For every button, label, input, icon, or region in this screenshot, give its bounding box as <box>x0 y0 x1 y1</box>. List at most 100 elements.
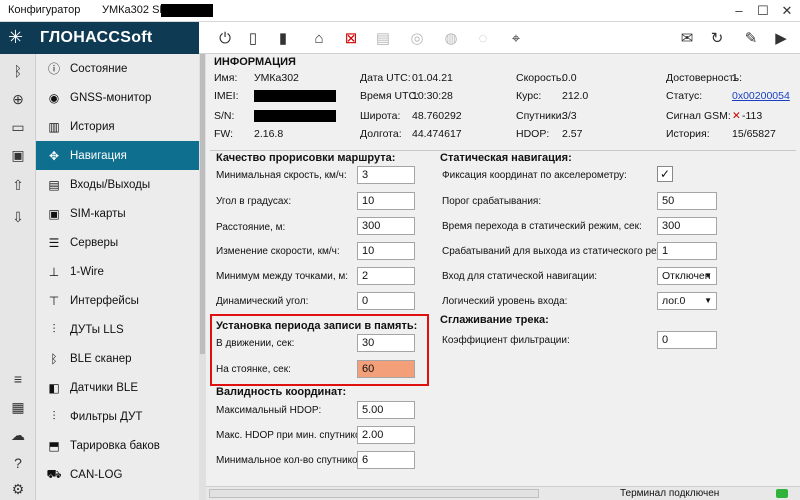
threshold-input[interactable]: 50 <box>657 192 717 210</box>
min-speed-label: Минимальная скрость, км/ч: <box>216 170 347 181</box>
nav-item-lls-filters[interactable]: ⫶ Фильтры ДУТ <box>36 402 199 431</box>
fw-label: FW: <box>214 128 234 140</box>
max-hdop-min-sats-input[interactable]: 2.00 <box>357 426 415 444</box>
database-settings-icon[interactable]: ◍ <box>439 26 463 50</box>
course-value: 212.0 <box>562 90 589 102</box>
chevron-down-icon: ▼ <box>704 296 712 305</box>
nav-item-servers[interactable]: ☰ Серверы <box>36 228 199 257</box>
nav-item-tank-calibration[interactable]: ⬒ Тарировка баков <box>36 431 199 460</box>
speed-change-input[interactable]: 10 <box>357 242 415 260</box>
nav-label: Навигация <box>70 149 127 162</box>
speed-label: Скорость: <box>516 72 565 84</box>
map-pin-icon[interactable]: ⌖ <box>504 26 528 50</box>
nav-item-history[interactable]: ▥ История <box>36 112 199 141</box>
history-label: История: <box>666 128 710 140</box>
nav-item-lls[interactable]: ⫶ ДУТы LLS <box>36 315 199 344</box>
bluetooth-rail-icon[interactable]: ᛒ <box>6 60 30 82</box>
io-icon: ▤ <box>48 177 60 192</box>
nav-item-onewire[interactable]: ⊥ 1-Wire <box>36 257 199 286</box>
accel-fix-checkbox[interactable]: ✓ <box>657 166 673 182</box>
min-sats-input[interactable]: 6 <box>357 451 415 469</box>
nav-item-ble-sensors[interactable]: ◧ Датчики BLE <box>36 373 199 402</box>
redacted-sn <box>254 110 336 122</box>
lon-value: 44.474617 <box>412 128 462 140</box>
divider <box>210 150 796 151</box>
exit-count-input[interactable]: 1 <box>657 242 717 260</box>
dynamic-angle-input[interactable]: 0 <box>357 292 415 310</box>
settings-icon[interactable]: ⚙ <box>6 478 30 500</box>
document-icon[interactable]: ▤ <box>371 26 395 50</box>
max-hdop-input[interactable]: 5.00 <box>357 401 415 419</box>
speed-value: 0.0 <box>562 72 577 84</box>
angle-input[interactable]: 10 <box>357 192 415 210</box>
highlight-frame <box>210 314 429 386</box>
play-icon[interactable]: ▶ <box>769 26 793 50</box>
static-time-label: Время перехода в статический режим, сек: <box>442 221 642 232</box>
close-button[interactable]: ✕ <box>776 2 798 20</box>
nav-label: CAN-LOG <box>70 468 123 481</box>
distance-label: Расстояние, м: <box>216 222 286 233</box>
redacted-imei <box>254 90 336 102</box>
angle-label: Угол в градусах: <box>216 196 292 207</box>
nav-item-io[interactable]: ▤ Входы/Выходы <box>36 170 199 199</box>
script-icon[interactable]: ≡ <box>6 368 30 390</box>
folder-icon[interactable]: ▭ <box>6 116 30 138</box>
status-label: Статус: <box>666 90 703 102</box>
refresh-icon[interactable]: ↻ <box>705 26 729 50</box>
min-between-points-label: Минимум между точками, м: <box>216 271 349 282</box>
name-value: УМКа302 <box>254 72 299 84</box>
status-link[interactable]: 0x00200054 <box>732 90 790 102</box>
nav-scrollbar[interactable] <box>199 54 206 500</box>
download-icon[interactable]: ⇩ <box>6 206 30 228</box>
scrollbar-thumb[interactable] <box>200 54 205 354</box>
database-export-icon[interactable]: ◌ <box>471 26 495 50</box>
nav-label: Тарировка баков <box>70 439 160 452</box>
validity-label: Достоверность: <box>666 72 743 84</box>
min-between-points-input[interactable]: 2 <box>357 267 415 285</box>
filter-coef-input[interactable]: 0 <box>657 331 717 349</box>
max-hdop-label: Максимальный HDOP: <box>216 405 322 416</box>
erase-icon[interactable]: ✎ <box>739 26 763 50</box>
distance-input[interactable]: 300 <box>357 217 415 235</box>
lon-label: Долгота: <box>360 128 402 140</box>
upload-icon[interactable]: ⇧ <box>6 174 30 196</box>
error-icon[interactable]: ⊠ <box>339 26 363 50</box>
server-icon: ☰ <box>48 235 60 250</box>
grid-icon[interactable]: ▦ <box>6 396 30 418</box>
info-icon: ⓘ <box>47 62 60 76</box>
static-time-input[interactable]: 300 <box>657 217 717 235</box>
cloud-icon[interactable]: ☁ <box>6 424 30 446</box>
nav-item-status[interactable]: ⓘ Состояние <box>36 54 199 83</box>
database-icon[interactable]: ◎ <box>405 26 429 50</box>
name-label: Имя: <box>214 72 238 84</box>
min-sats-label: Минимальное кол-во спутников: <box>216 455 366 466</box>
save-icon[interactable]: ▣ <box>6 144 30 166</box>
no-signal-icon: ✕ <box>732 110 741 122</box>
mail-icon[interactable]: ✉ <box>675 26 699 50</box>
sats-label: Спутники: <box>516 110 565 122</box>
nav-item-interfaces[interactable]: ⊤ Интерфейсы <box>36 286 199 315</box>
phone-icon[interactable]: ▯ <box>241 26 265 50</box>
nav-item-can-log[interactable]: ⛟ CAN-LOG <box>36 460 199 489</box>
help-icon[interactable]: ? <box>6 452 30 474</box>
nav-label: BLE сканер <box>70 352 132 365</box>
network-rail-icon[interactable]: ⊕ <box>6 88 30 110</box>
nav-item-ble-scanner[interactable]: ᛒ BLE сканер <box>36 344 199 373</box>
nav-item-sim[interactable]: ▣ SIM-карты <box>36 199 199 228</box>
static-input-select[interactable]: Отключен ▼ <box>657 267 717 285</box>
status-bar: Терминал подключен <box>206 486 800 500</box>
battery-icon[interactable]: ▮ <box>271 26 295 50</box>
brand-header: ✳ ГЛОНАССSoft <box>0 22 199 54</box>
antenna-icon[interactable]: ⌂ <box>307 26 331 50</box>
plug-icon[interactable]: ⏻ <box>213 26 237 50</box>
date-label: Дата UTC: <box>360 72 411 84</box>
nav-label: ДУТы LLS <box>70 323 124 336</box>
nav-item-gnss[interactable]: ◉ GNSS-монитор <box>36 83 199 112</box>
maximize-button[interactable]: ☐ <box>752 2 774 20</box>
nav-item-navigation[interactable]: ✥ Навигация <box>36 141 199 170</box>
time-label: Время UTC: <box>360 90 420 102</box>
minimize-button[interactable]: – <box>728 2 750 20</box>
min-speed-input[interactable]: 3 <box>357 166 415 184</box>
logic-level-select[interactable]: лог.0 ▼ <box>657 292 717 310</box>
fuel-sensor-icon: ⫶ <box>52 322 56 336</box>
